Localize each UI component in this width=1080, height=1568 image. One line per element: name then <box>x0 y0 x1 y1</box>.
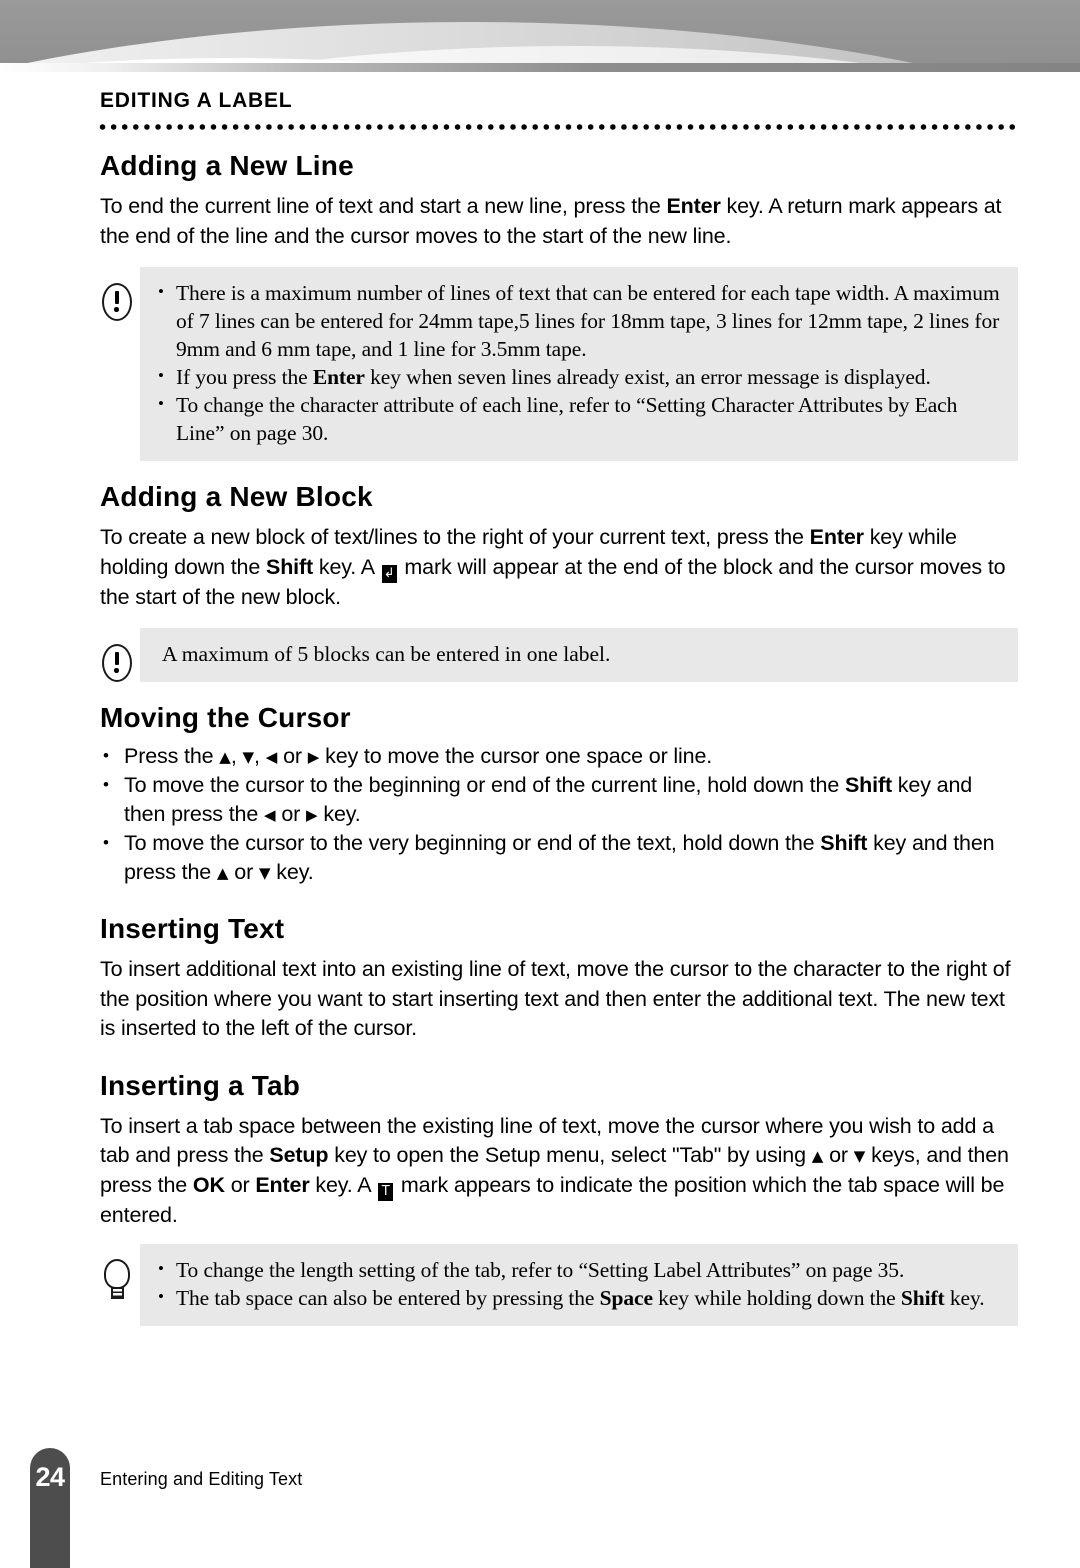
note-list-item: If you press the Enter key when seven li… <box>154 362 1004 391</box>
text-run: To create a new block of text/lines to t… <box>100 525 810 549</box>
note-list: There is a maximum number of lines of te… <box>154 278 1004 447</box>
text-run: key. <box>317 802 361 826</box>
paragraph-adding-a-new-line: To end the current line of text and star… <box>0 192 1080 251</box>
text-run: There is a maximum number of lines of te… <box>176 281 1000 361</box>
exclamation-icon-dot <box>114 668 119 673</box>
text-run: or <box>228 860 259 884</box>
tip-list-item: The tab space can also be entered by pre… <box>154 1283 1004 1312</box>
tip-list-item: To change the length setting of the tab,… <box>154 1255 1004 1284</box>
arrow-left-icon: ◀ <box>263 806 276 824</box>
key-name-shift: Shift <box>266 554 314 579</box>
tip-callout-tab: To change the length setting of the tab,… <box>0 1244 1080 1326</box>
text-run: To move the cursor to the beginning or e… <box>124 773 845 797</box>
text-run: key to move the cursor one space or line… <box>319 744 713 768</box>
key-name-setup: Setup <box>269 1143 329 1167</box>
arrow-right-icon: ▶ <box>307 748 320 766</box>
chapter-label: EDITING A LABEL <box>100 89 293 112</box>
text-run: If you press the <box>176 365 313 389</box>
text-run: key. <box>944 1286 985 1310</box>
paragraph-inserting-a-tab: To insert a tab space between the existi… <box>0 1112 1080 1231</box>
exclamation-icon <box>98 642 136 686</box>
note-text: A maximum of 5 blocks can be entered in … <box>162 642 611 666</box>
text-run: key. <box>270 860 314 884</box>
paragraph-inserting-text: To insert additional text into an existi… <box>100 957 1011 1040</box>
text-run: key while holding down the <box>652 1286 901 1310</box>
heading-adding-a-new-block: Adding a New Block <box>100 481 373 512</box>
heading-inserting-text: Inserting Text <box>100 913 285 944</box>
arrow-down-icon: ▼ <box>853 1147 866 1165</box>
note-list-item: There is a maximum number of lines of te… <box>154 278 1004 363</box>
text-run: , <box>230 744 243 768</box>
heading-inserting-a-tab: Inserting a Tab <box>100 1069 301 1101</box>
text-run: or <box>823 1143 854 1167</box>
list-item: Press the ▲, ▼, ◀ or ▶ key to move the c… <box>0 741 1080 771</box>
text-run: key to open the Setup menu, select "Tab"… <box>328 1143 812 1167</box>
text-run: or <box>224 1172 256 1197</box>
key-name-enter: Enter <box>255 1172 310 1197</box>
text-run: key. A <box>313 554 380 579</box>
note-callout-line-limits: There is a maximum number of lines of te… <box>0 267 1080 461</box>
text-run: key when seven lines already exist, an e… <box>364 365 931 389</box>
note-callout-box: There is a maximum number of lines of te… <box>140 267 1018 461</box>
tip-list: To change the length setting of the tab,… <box>154 1255 1004 1312</box>
text-run: , <box>254 744 266 768</box>
arrow-up-icon: ▲ <box>216 864 229 882</box>
banner-bottom-edge <box>0 63 1080 72</box>
tab-mark-icon: T <box>378 1182 394 1201</box>
text-run: To end the current line of text and star… <box>100 194 667 218</box>
key-name-shift: Shift <box>844 773 892 797</box>
arrow-right-icon: ▶ <box>306 806 318 824</box>
exclamation-icon-dot <box>114 307 119 312</box>
heading-moving-the-cursor: Moving the Cursor <box>100 702 351 733</box>
note-callout-block-limit: A maximum of 5 blocks can be entered in … <box>0 628 1080 682</box>
text-run: The tab space can also be entered by pre… <box>176 1286 600 1310</box>
text-run: To move the cursor to the very beginning… <box>124 831 821 855</box>
text-run: To change the character attribute of eac… <box>176 393 958 445</box>
page-number: 24 <box>35 1462 65 1492</box>
paragraph-adding-a-new-block: To create a new block of text/lines to t… <box>0 523 1080 612</box>
exclamation-icon <box>98 281 136 325</box>
moving-cursor-list: Press the ▲, ▼, ◀ or ▶ key to move the c… <box>0 741 1080 887</box>
tip-callout-box: To change the length setting of the tab,… <box>140 1244 1018 1326</box>
content-column: Adding a New Line To end the current lin… <box>0 150 1080 1326</box>
decorative-header-banner <box>0 0 1080 72</box>
key-name-space: Space <box>599 1286 653 1310</box>
footer-chapter-title: Entering and Editing Text <box>100 1469 303 1489</box>
arrow-up-icon: ▲ <box>811 1147 824 1165</box>
text-run: or <box>277 744 308 768</box>
key-name-shift: Shift <box>820 831 868 855</box>
arrow-down-icon: ▼ <box>242 748 255 766</box>
exclamation-icon-bar <box>114 652 119 665</box>
arrow-up-icon: ▲ <box>219 748 231 766</box>
note-callout-box: A maximum of 5 blocks can be entered in … <box>140 628 1018 682</box>
arrow-left-icon: ◀ <box>265 748 278 766</box>
list-item: To move the cursor to the very beginning… <box>0 828 1080 887</box>
text-run: Press the <box>124 744 220 768</box>
arrow-down-icon: ▼ <box>258 864 271 882</box>
lightbulb-icon <box>98 1258 136 1302</box>
return-mark-icon: ↲ <box>381 564 397 583</box>
text-run: or <box>275 802 306 826</box>
key-name-enter: Enter <box>666 194 721 218</box>
text-run: key. A <box>309 1172 377 1197</box>
dotted-divider <box>97 122 1019 132</box>
key-name-ok: OK <box>192 1172 225 1197</box>
text-run: To change the length setting of the tab,… <box>176 1258 905 1282</box>
list-item: To move the cursor to the beginning or e… <box>0 770 1080 829</box>
note-list-item: To change the character attribute of eac… <box>154 390 1004 447</box>
page-footer: 24 Entering and Editing Text <box>0 1448 1080 1568</box>
key-name-enter: Enter <box>312 365 365 389</box>
heading-adding-a-new-line: Adding a New Line <box>100 150 354 181</box>
key-name-enter: Enter <box>809 525 864 549</box>
key-name-shift: Shift <box>900 1286 945 1310</box>
exclamation-icon-bar <box>114 291 119 304</box>
lightbulb-icon-glass <box>104 1259 130 1289</box>
lightbulb-icon-base <box>110 1287 124 1299</box>
